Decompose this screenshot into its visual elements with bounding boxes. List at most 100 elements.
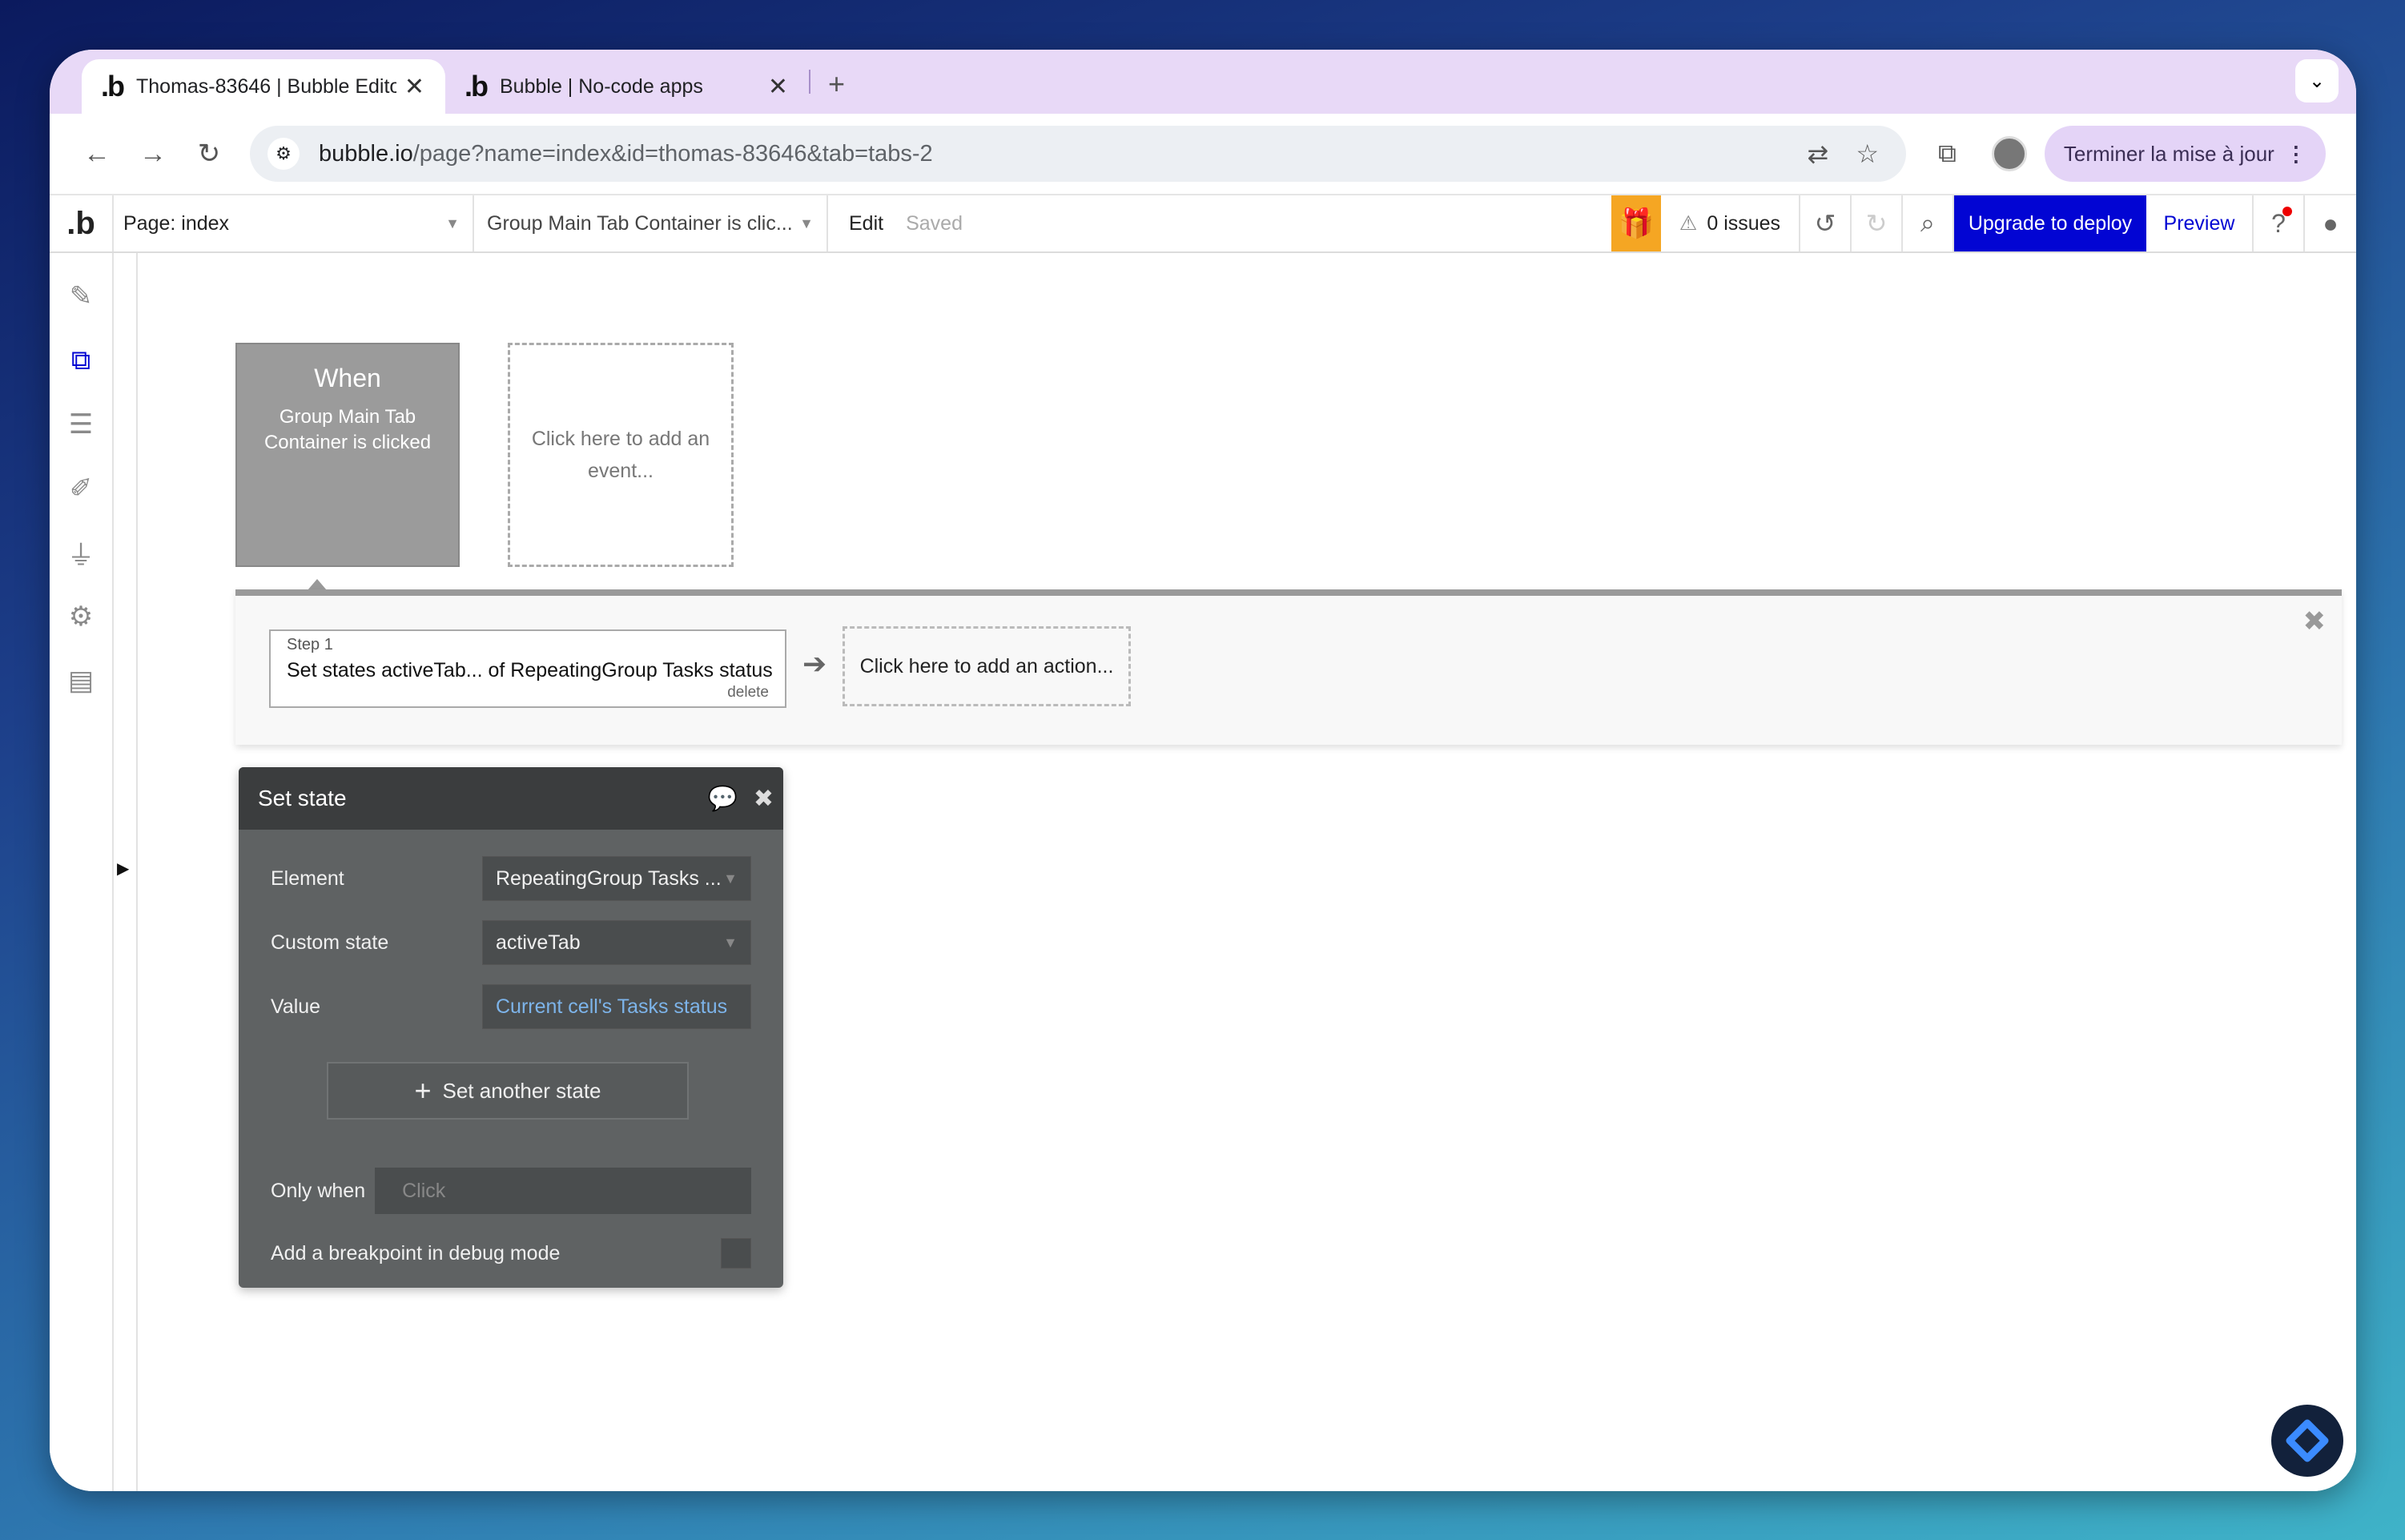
element-label: Element [271,867,344,890]
sidebar-item-styles[interactable]: ✐ [50,456,112,521]
forward-button[interactable]: → [128,129,178,179]
profile-avatar[interactable] [1991,136,2027,171]
search-icon: ⌕ [1920,208,1935,237]
only-when-row: Only when Click [271,1168,751,1214]
set-another-state-label: Set another state [442,1078,601,1103]
arrow-right-icon: → [139,138,167,169]
step-number: Step 1 [287,636,333,653]
event-selector-label: Group Main Tab Container is clic... [487,211,793,235]
set-state-header: Set state 💬 ✖ [239,767,783,830]
warning-icon: ⚠ [1679,212,1698,235]
step-delete-link[interactable]: delete [727,684,769,702]
page-selector[interactable]: Page: index ▼ [114,195,474,251]
sidebar-item-settings[interactable]: ⚙ [50,585,112,649]
breakpoint-checkbox[interactable] [721,1238,751,1269]
account-button[interactable]: ● [2305,195,2356,251]
sidebar-item-plugins[interactable]: ⏚ [50,521,112,585]
set-another-state-button[interactable]: + Set another state [327,1062,689,1120]
save-status: Saved [906,211,963,235]
breakpoint-label: Add a breakpoint in debug mode [271,1241,561,1265]
event-pointer [308,579,327,590]
only-when-input[interactable]: Click [375,1168,751,1214]
sidebar-item-data[interactable]: ☰ [50,392,112,456]
edit-menu[interactable]: Edit [849,212,883,235]
notification-dot [2282,207,2292,216]
gift-icon[interactable]: 🎁 [1611,195,1661,251]
only-when-label: Only when [271,1179,366,1202]
value-row: Value Current cell's Tasks status [271,983,751,1030]
step-card[interactable]: Step 1 Set states activeTab... of Repeat… [269,629,786,708]
event-card-description: Group Main Tab Container is clicked [263,406,432,453]
caret-down-icon: ▼ [799,215,814,231]
actions-bar: Step 1 Set states activeTab... of Repeat… [235,589,2342,745]
custom-state-label: Custom state [271,931,389,954]
close-tab-icon[interactable]: ✕ [404,73,424,101]
caret-down-icon: ▼ [445,215,460,231]
event-card-title: When [314,364,381,392]
value-label: Value [271,995,321,1018]
address-bar[interactable]: ⚙ bubble.io/page?name=index&id=thomas-83… [250,126,1906,182]
undo-icon: ↺ [1814,209,1836,238]
sidebar-item-design[interactable]: ✎ [50,264,112,328]
custom-state-dropdown[interactable]: activeTab ▼ [482,920,751,965]
event-card[interactable]: When Group Main Tab Container is clicked [235,343,460,567]
element-row: Element RepeatingGroup Tasks ... ▼ [271,855,751,902]
add-event-placeholder[interactable]: Click here to add an event... [508,343,734,567]
update-button-label: Terminer la mise à jour [2063,141,2274,166]
expand-panel-icon[interactable]: ▶ [117,858,129,879]
browser-toolbar: ← → ↻ ⚙ bubble.io/page?name=index&id=tho… [50,114,2356,194]
undo-button[interactable]: ↺ [1800,195,1852,251]
design-icon: ✎ [69,281,93,312]
sidebar-item-workflow[interactable]: ⧉ [50,328,112,392]
help-button[interactable]: ? [2254,195,2305,251]
reload-icon: ↻ [197,139,221,169]
reload-button[interactable]: ↻ [184,129,234,179]
comment-icon[interactable]: 💬 [708,785,738,813]
new-tab-button[interactable]: + [828,67,845,101]
upgrade-button[interactable]: Upgrade to deploy [1954,195,2146,251]
element-dropdown[interactable]: RepeatingGroup Tasks ... ▼ [482,856,751,901]
add-action-placeholder[interactable]: Click here to add an action... [843,626,1131,706]
tab-bubble-editor[interactable]: .b Thomas-83646 | Bubble Editor ✕ [82,59,445,114]
editor-sidebar: ✎ ⧉ ☰ ✐ ⏚ ⚙ ▤ [50,253,114,1491]
tab-search-button[interactable]: ⌄ [2295,59,2339,103]
sidebar-item-logs[interactable]: ▤ [50,649,112,713]
event-selector[interactable]: Group Main Tab Container is clic... ▼ [474,195,828,251]
account-icon: ● [2323,208,2339,238]
styles-icon: ✐ [69,473,93,504]
caret-down-icon: ▼ [723,870,738,887]
issues-button[interactable]: ⚠ 0 issues [1661,195,1800,251]
url-host: bubble.io [319,140,413,167]
back-button[interactable]: ← [72,129,122,179]
breakpoint-row: Add a breakpoint in debug mode [271,1238,751,1269]
assistant-button[interactable] [2271,1405,2343,1477]
star-icon[interactable]: ☆ [1856,139,1879,169]
close-icon[interactable]: ✖ [2303,605,2327,637]
editor-header: .b Page: index ▼ Group Main Tab Containe… [50,194,2356,253]
workflow-canvas: When Group Main Tab Container is clicked… [139,255,2356,1491]
browser-window: .b Thomas-83646 | Bubble Editor ✕ .b Bub… [50,50,2356,1491]
custom-state-row: Custom state activeTab ▼ [271,919,751,966]
tab-bubble-nocode[interactable]: .b Bubble | No-code apps ✕ [445,59,809,114]
url-path: /page?name=index&id=thomas-83646&tab=tab… [412,140,933,167]
extensions-icon[interactable]: ⧉ [1938,139,1957,169]
site-settings-icon[interactable]: ⚙ [267,138,300,170]
close-tab-icon[interactable]: ✕ [768,73,788,101]
set-state-title: Set state [258,786,347,810]
update-button[interactable]: Terminer la mise à jour ⋮ [2044,126,2326,182]
value-expression[interactable]: Current cell's Tasks status [482,984,751,1029]
close-icon[interactable]: ✖ [754,785,774,813]
step-description: Set states activeTab... of RepeatingGrou… [287,659,773,682]
redo-icon: ↻ [1865,209,1888,238]
preview-button[interactable]: Preview [2146,195,2254,251]
tab-title: Bubble | No-code apps [500,74,703,98]
caret-down-icon: ▼ [723,934,738,951]
arrow-right-icon: ➔ [802,647,827,680]
redo-button[interactable]: ↻ [1852,195,1903,251]
tab-title: Thomas-83646 | Bubble Editor [136,74,396,98]
translate-icon[interactable]: ⇄ [1808,139,1829,169]
search-button[interactable]: ⌕ [1903,195,1954,251]
settings-icon: ⚙ [68,601,94,632]
plus-icon: + [414,1074,432,1107]
bubble-logo-icon[interactable]: .b [50,195,114,251]
